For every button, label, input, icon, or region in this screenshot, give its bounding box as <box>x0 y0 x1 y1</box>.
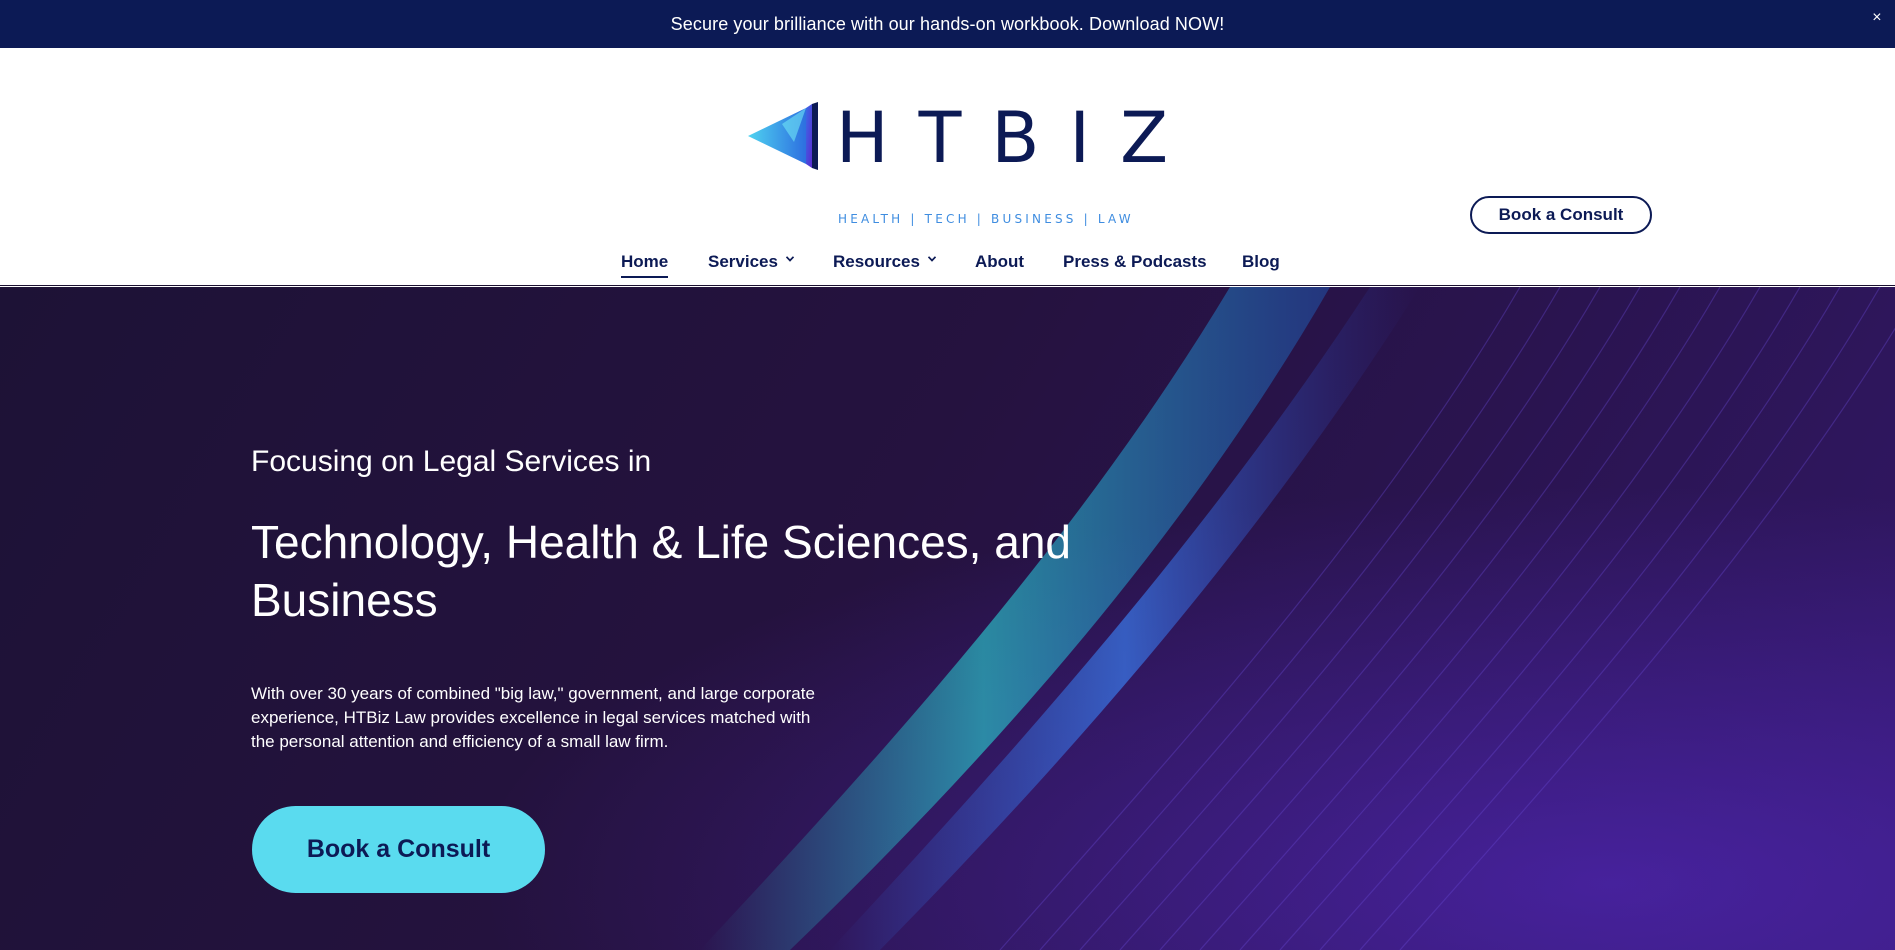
chevron-down-icon <box>785 256 794 264</box>
nav-item-label: Blog <box>1242 252 1280 271</box>
site-logo[interactable]: HTBIZ HEALTH | TECH | BUSINESS | LAW <box>744 98 1168 228</box>
paper-plane-logo-icon <box>748 102 818 170</box>
site-header: HTBIZ HEALTH | TECH | BUSINESS | LAW Boo… <box>0 48 1895 286</box>
hero-description: With over 30 years of combined "big law,… <box>251 684 815 751</box>
nav-item-label: Press & Podcasts <box>1063 252 1207 271</box>
nav-item-about[interactable]: About <box>975 250 1024 280</box>
nav-item-home[interactable]: Home <box>621 250 669 278</box>
close-icon[interactable]: × <box>1869 10 1885 26</box>
chevron-down-icon <box>927 256 936 264</box>
nav-item-label: Services <box>708 252 778 271</box>
header-book-consult-button[interactable]: Book a Consult <box>1470 196 1652 234</box>
announcement-bar[interactable]: Secure your brilliance with our hands-on… <box>0 0 1895 48</box>
nav-item-resources[interactable]: Resources <box>833 250 936 280</box>
announcement-text[interactable]: Secure your brilliance with our hands-on… <box>671 14 1225 35</box>
hero-title: Technology, Health & Life Sciences, and … <box>251 516 1071 626</box>
hero-section: Focusing on Legal Services in Technology… <box>0 287 1895 950</box>
hero-pre-title: Focusing on Legal Services in <box>251 445 652 478</box>
nav-item-label: About <box>975 252 1025 271</box>
main-nav: Home Services Resources About Press & Po… <box>0 250 1895 282</box>
logo-tagline: HEALTH | TECH | BUSINESS | LAW <box>838 212 1134 226</box>
hero-book-consult-button[interactable]: Book a Consult <box>252 806 545 893</box>
logo-wordmark: HTBIZ <box>836 97 1199 179</box>
nav-item-blog[interactable]: Blog <box>1242 250 1280 280</box>
nav-item-label: Resources <box>833 252 920 271</box>
nav-item-press-podcasts[interactable]: Press & Podcasts <box>1063 250 1207 280</box>
nav-item-services[interactable]: Services <box>708 250 794 280</box>
nav-item-label: Home <box>621 252 669 271</box>
